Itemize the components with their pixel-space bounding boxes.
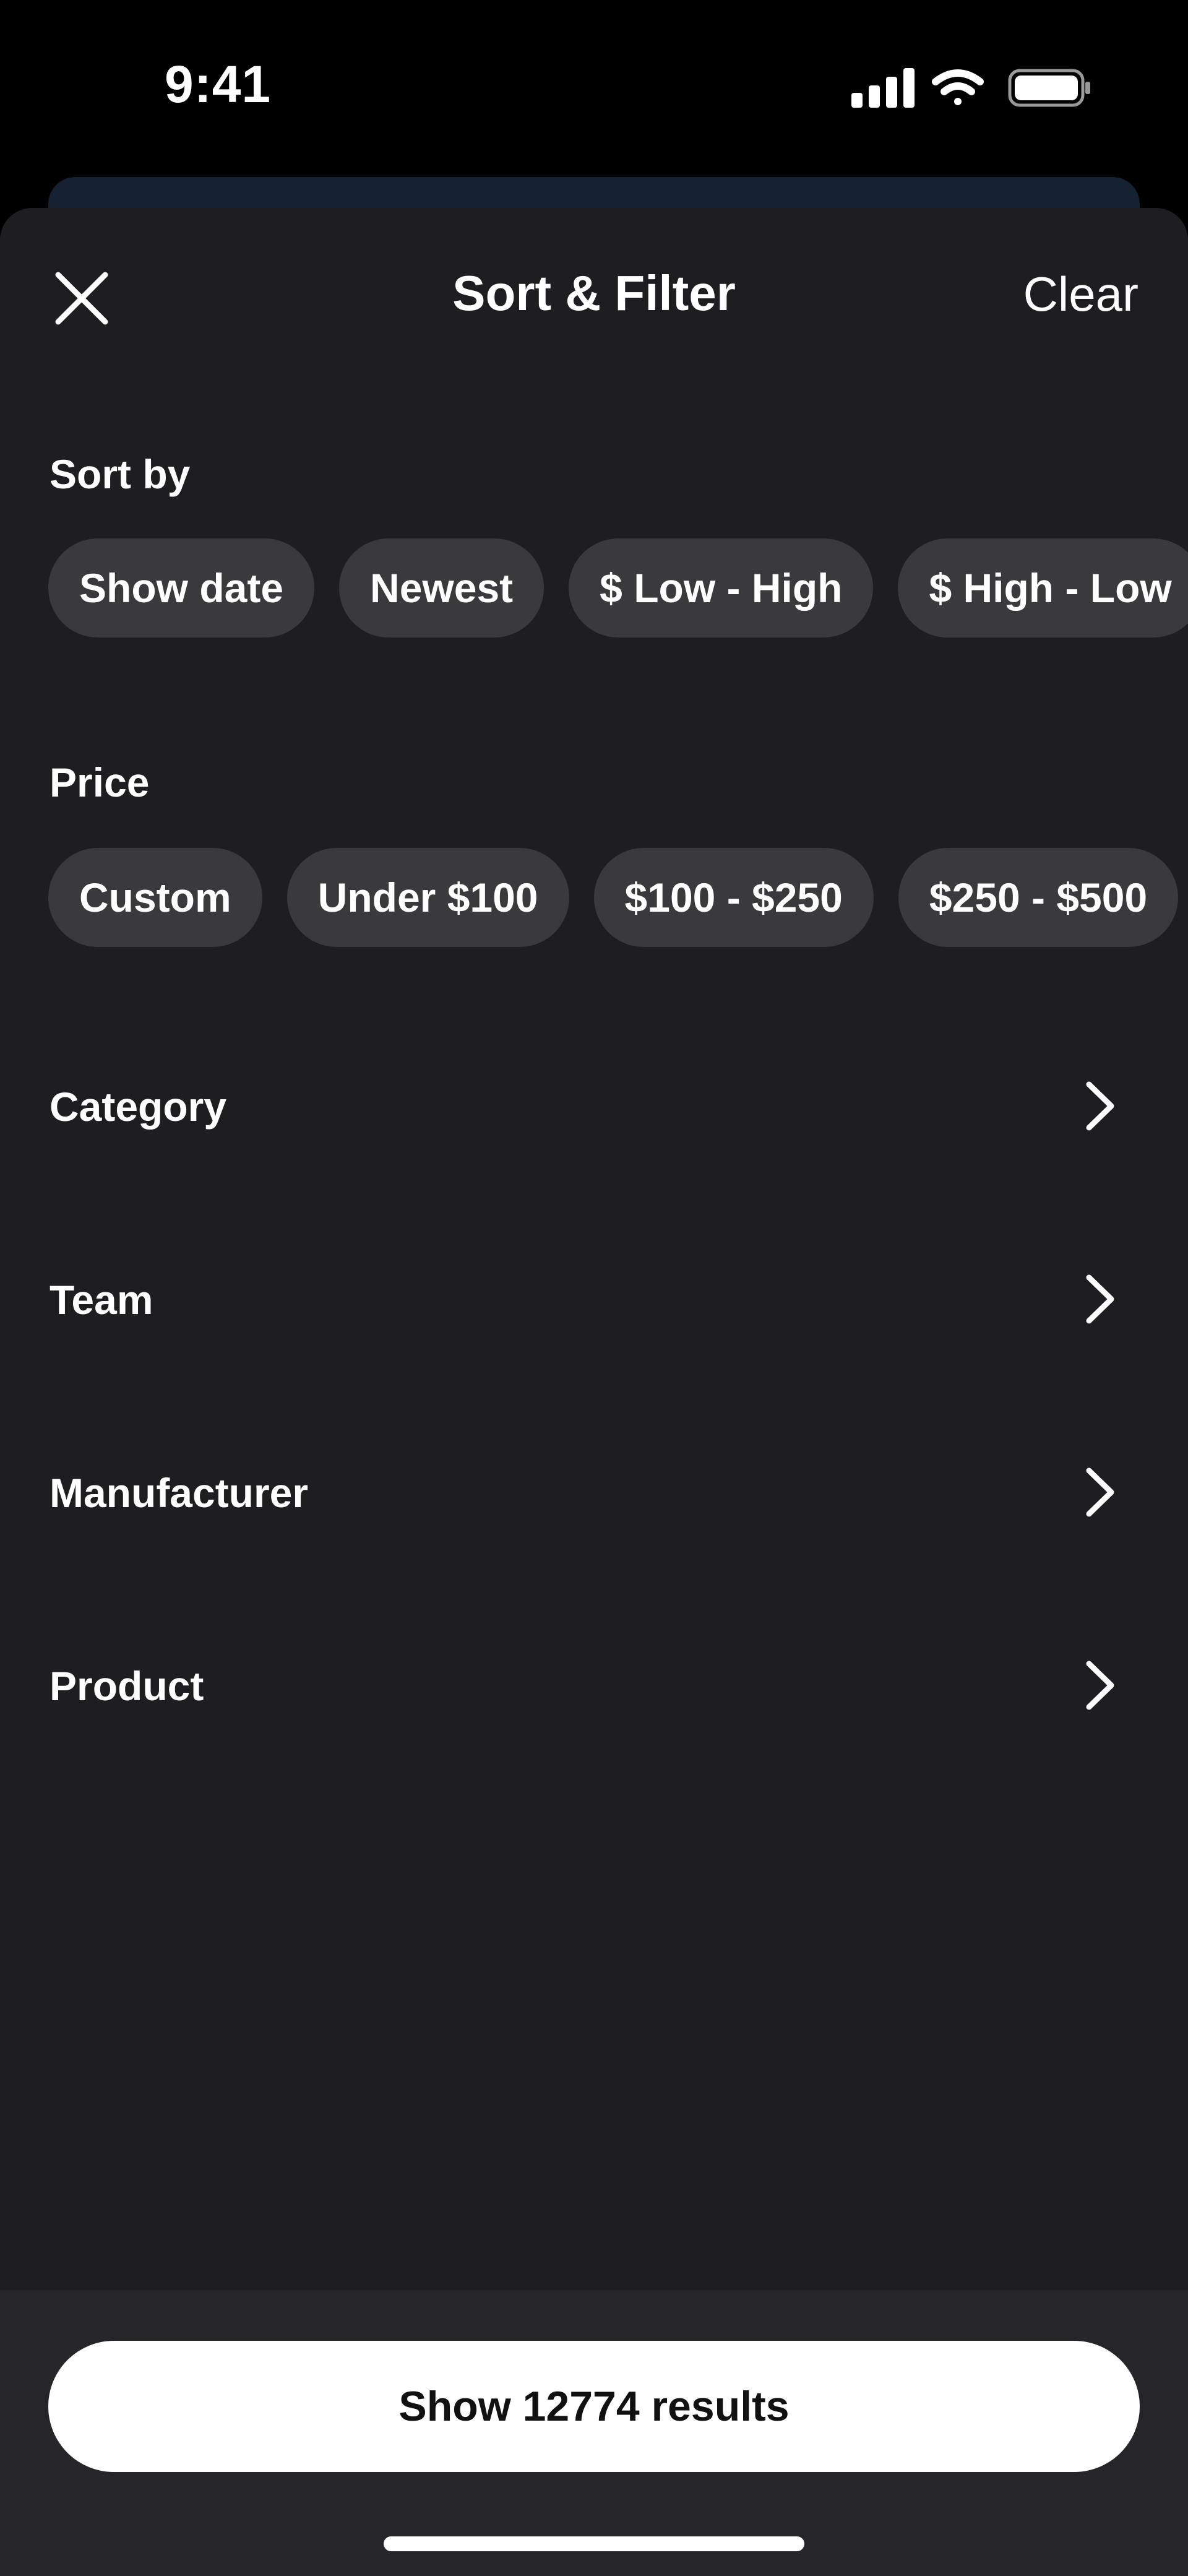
filter-row-manufacturer[interactable]: Manufacturer xyxy=(0,1430,1188,1554)
filter-row-category[interactable]: Category xyxy=(0,1044,1188,1167)
price-options: Custom Under $100 $100 - $250 $250 - $50… xyxy=(48,848,1188,947)
clear-button[interactable]: Clear xyxy=(1023,266,1138,322)
price-chip-250-500[interactable]: $250 - $500 xyxy=(898,848,1179,947)
signal-icon xyxy=(851,68,915,108)
home-indicator xyxy=(384,2536,804,2551)
chevron-right-icon xyxy=(1086,1467,1114,1517)
price-chip-custom[interactable]: Custom xyxy=(48,848,262,947)
page-title: Sort & Filter xyxy=(452,266,736,321)
chevron-right-icon xyxy=(1086,1661,1114,1710)
wifi-icon xyxy=(932,69,984,105)
filter-row-label: Team xyxy=(50,1277,153,1323)
filter-row-label: Product xyxy=(50,1663,204,1709)
chevron-right-icon xyxy=(1086,1081,1114,1131)
sort-chip-high-low[interactable]: $ High - Low xyxy=(898,538,1188,638)
status-time: 9:41 xyxy=(165,55,272,113)
price-chip-under-100[interactable]: Under $100 xyxy=(286,848,569,947)
price-label: Price xyxy=(50,759,150,805)
status-bar: 9:41 xyxy=(0,0,1188,179)
filter-row-team[interactable]: Team xyxy=(0,1237,1188,1360)
sort-chip-low-high[interactable]: $ Low - High xyxy=(569,538,874,638)
sort-options: Show date Newest $ Low - High $ High - L… xyxy=(48,538,1188,638)
battery-icon xyxy=(1008,69,1090,107)
price-chip-100-250[interactable]: $100 - $250 xyxy=(593,848,874,947)
chevron-right-icon xyxy=(1086,1274,1114,1324)
filter-row-label: Manufacturer xyxy=(50,1470,309,1516)
status-icons xyxy=(851,68,1090,108)
show-results-button[interactable]: Show 12774 results xyxy=(48,2341,1140,2472)
sort-chip-show-date[interactable]: Show date xyxy=(48,538,315,638)
filter-row-product[interactable]: Product xyxy=(0,1623,1188,1747)
sort-chip-newest[interactable]: Newest xyxy=(339,538,544,638)
sort-by-label: Sort by xyxy=(50,451,191,497)
filter-row-label: Category xyxy=(50,1084,227,1130)
